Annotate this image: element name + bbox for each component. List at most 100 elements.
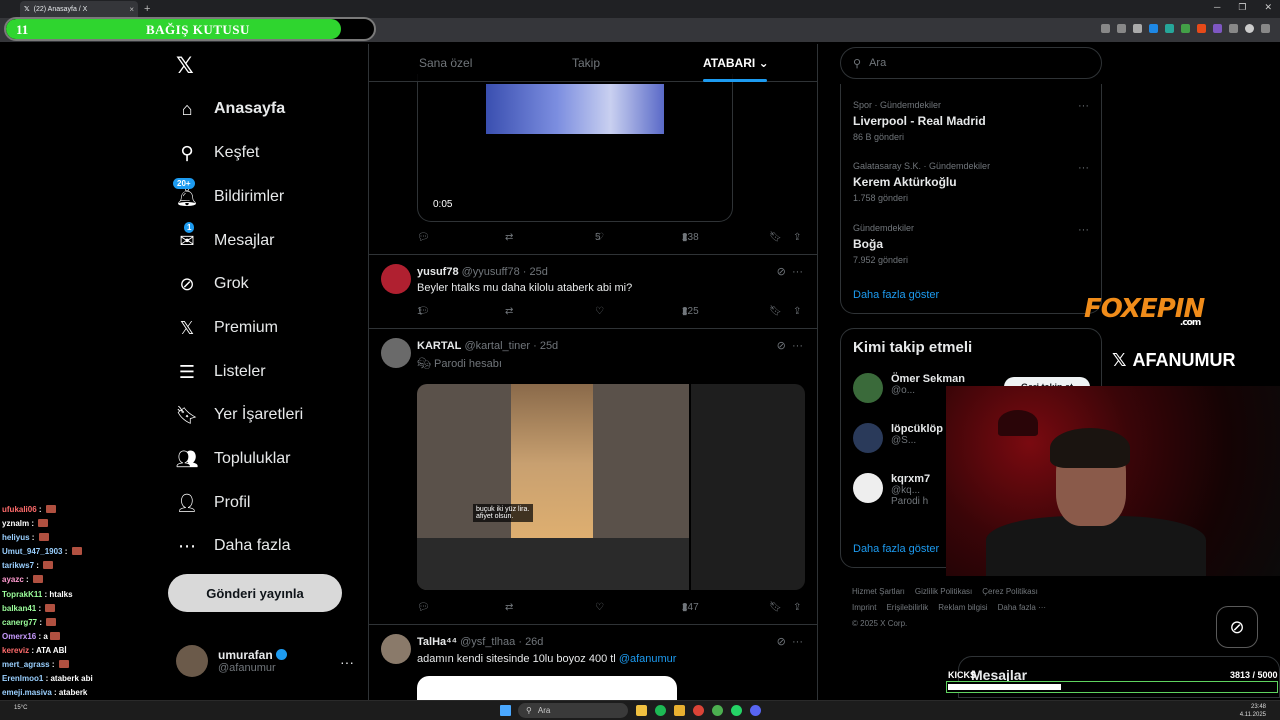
folder-icon[interactable] <box>674 705 685 716</box>
heart-icon[interactable]: ♡ <box>595 306 604 317</box>
maximize-icon[interactable]: ❐ <box>1238 2 1246 13</box>
avatar[interactable] <box>381 338 411 368</box>
reply-icon[interactable]: 💬︎ <box>417 602 430 613</box>
bookmark-icon[interactable]: 🔖︎ <box>769 306 782 317</box>
footer-link[interactable]: Çerez Politikası <box>982 587 1038 596</box>
grok-icon[interactable]: ⊘ <box>777 266 786 278</box>
nav-home[interactable]: ⌂ Anasayfa <box>176 98 286 120</box>
heart-icon[interactable]: ♡ <box>595 602 604 613</box>
account-switcher[interactable]: umurafan @afanumur <box>176 645 287 677</box>
mention-link[interactable]: @afanumur <box>619 653 677 665</box>
tweet-menu[interactable]: ⊘ ··· <box>777 339 803 352</box>
avatar[interactable] <box>381 264 411 294</box>
tweet-menu[interactable]: ⊘ ··· <box>777 265 803 278</box>
nav-premium[interactable]: 𝕏 Premium <box>176 317 278 339</box>
puzzle-icon[interactable] <box>1229 24 1238 33</box>
zoom-icon[interactable] <box>1117 24 1126 33</box>
video-player[interactable]: 0:05 <box>417 74 733 222</box>
timeline[interactable]: Sana özel Takip ATABARI ⌄ 0:05 💬︎ ⇄ ♡ 5 … <box>368 44 818 700</box>
more-icon[interactable]: ··· <box>1078 162 1089 174</box>
more-icon[interactable]: ··· <box>792 636 803 648</box>
star-icon[interactable] <box>1133 24 1142 33</box>
post-button[interactable]: Gönderi yayınla <box>168 574 342 612</box>
app-icon[interactable] <box>712 705 723 716</box>
more-icon[interactable]: ··· <box>1078 100 1089 112</box>
footer-link[interactable]: Erişilebilirlik <box>886 603 928 612</box>
tab-close-icon[interactable]: × <box>129 5 134 14</box>
nav-lists[interactable]: ☰ Listeler <box>176 361 266 383</box>
tweet-media[interactable] <box>417 676 677 700</box>
nav-profile[interactable]: 👤︎ Profil <box>176 492 251 514</box>
clock[interactable]: 23:48 4.11.2025 <box>1240 703 1266 719</box>
share-icon[interactable]: ⇪ <box>793 306 801 317</box>
tweet-author[interactable]: TalHa⁴⁴ <box>417 636 457 648</box>
x-logo[interactable]: 𝕏 <box>176 53 194 79</box>
whatsapp-icon[interactable] <box>731 705 742 716</box>
suggestion-item[interactable]: kqrxm7 @kq... Parodi h <box>853 473 930 507</box>
tweet-media-side[interactable] <box>691 384 805 590</box>
trend-item[interactable]: Galatasaray S.K. · Gündemdekiler Kerem A… <box>853 161 990 203</box>
footer-link[interactable]: Daha fazla ··· <box>998 603 1046 612</box>
tweet-menu[interactable]: ⊘ ··· <box>777 635 803 648</box>
browser-tab[interactable]: 𝕏 (22) Anasayfa / X × <box>20 1 138 17</box>
tweet-media[interactable]: buçuk iki yüz lira. afiyet olsun. <box>417 384 689 590</box>
footer-link[interactable]: Gizlilik Politikası <box>915 587 972 596</box>
extension-icon[interactable] <box>1149 24 1158 33</box>
new-tab-button[interactable]: + <box>144 3 150 15</box>
tweet-author[interactable]: yusuf78 <box>417 266 459 278</box>
trend-item[interactable]: Spor · Gündemdekiler Liverpool - Real Ma… <box>853 100 986 142</box>
share-icon[interactable]: ⇪ <box>793 232 801 243</box>
profile-icon[interactable] <box>1245 24 1254 33</box>
retweet-icon[interactable]: ⇄ <box>505 232 513 243</box>
footer-link[interactable]: Hizmet Şartları <box>852 587 905 596</box>
bookmark-icon[interactable]: 🔖︎ <box>769 602 782 613</box>
chrome-icon[interactable] <box>693 705 704 716</box>
tweet-author[interactable]: KARTAL <box>417 340 461 352</box>
avatar[interactable] <box>381 634 411 664</box>
nav-grok[interactable]: ⊘ Grok <box>176 273 248 295</box>
tab-for-you[interactable]: Sana özel <box>419 56 472 70</box>
retweet-icon[interactable]: ⇄ <box>505 306 513 317</box>
nav-more[interactable]: ⋯ Daha fazla <box>176 535 291 557</box>
cast-icon[interactable] <box>1101 24 1110 33</box>
weather-widget[interactable]: 15°C <box>14 705 27 711</box>
tab-following[interactable]: Takip <box>572 56 600 70</box>
nav-explore[interactable]: ⚲ Keşfet <box>176 142 259 164</box>
show-more-link[interactable]: Daha fazla göster <box>853 289 939 301</box>
spotify-icon[interactable] <box>655 705 666 716</box>
footer-link[interactable]: Imprint <box>852 603 876 612</box>
extension-icon[interactable] <box>1165 24 1174 33</box>
taskbar-search[interactable]: ⚲ Ara <box>518 703 628 718</box>
grok-icon[interactable]: ⊘ <box>777 340 786 352</box>
retweet-icon[interactable]: ⇄ <box>505 602 513 613</box>
nav-messages[interactable]: ✉ 1 Mesajlar <box>176 222 274 252</box>
minimize-icon[interactable]: ─ <box>1214 2 1220 13</box>
more-icon[interactable]: ··· <box>792 266 803 278</box>
tweet-handle[interactable]: @yyusuff78 · 25d <box>462 266 548 278</box>
share-icon[interactable]: ⇪ <box>793 602 801 613</box>
bookmark-icon[interactable]: 🔖︎ <box>769 232 782 243</box>
tweet-handle[interactable]: @ysf_tlhaa · 26d <box>460 636 543 648</box>
discord-icon[interactable] <box>750 705 761 716</box>
tab-atabari[interactable]: ATABARI ⌄ <box>703 56 769 70</box>
more-icon[interactable]: ··· <box>340 654 354 670</box>
more-icon[interactable]: ··· <box>792 340 803 352</box>
reply-icon[interactable]: 💬︎ <box>417 232 430 243</box>
grok-icon[interactable]: ⊘ <box>777 636 786 648</box>
close-window-icon[interactable]: ✕ <box>1264 2 1272 13</box>
extension-icon[interactable] <box>1181 24 1190 33</box>
more-icon[interactable]: ··· <box>1078 224 1089 236</box>
start-icon[interactable] <box>500 705 511 716</box>
show-more-link[interactable]: Daha fazla göster <box>853 543 939 555</box>
nav-bookmarks[interactable]: 🔖︎ Yer İşaretleri <box>176 404 304 426</box>
footer-link[interactable]: Reklam bilgisi <box>938 603 987 612</box>
suggestion-item[interactable]: löpcüklöp @S... <box>853 423 943 453</box>
tweet-handle[interactable]: @kartal_tiner · 25d <box>464 340 558 352</box>
nav-communities[interactable]: 👥︎ Topluluklar <box>176 448 291 470</box>
explorer-icon[interactable] <box>636 705 647 716</box>
extension-icon[interactable] <box>1213 24 1222 33</box>
extension-icon[interactable] <box>1197 24 1206 33</box>
menu-icon[interactable] <box>1261 24 1270 33</box>
nav-notifications[interactable]: 🔔︎ 20+ Bildirimler <box>173 178 284 208</box>
trend-item[interactable]: Gündemdekiler Boğa 7.952 gönderi <box>853 223 914 265</box>
